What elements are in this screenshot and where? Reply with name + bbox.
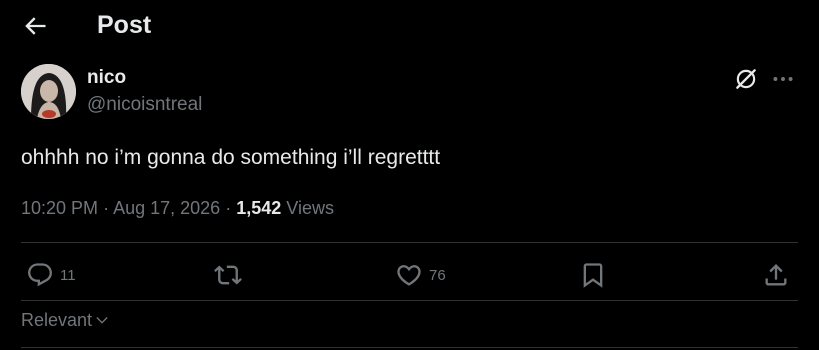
more-options-button[interactable]	[770, 66, 796, 92]
like-count: 76	[429, 266, 446, 284]
views-label: Views	[286, 198, 334, 218]
share-button[interactable]	[762, 260, 790, 290]
replies-sort-dropdown[interactable]: Relevant	[21, 309, 110, 331]
divider	[21, 347, 798, 348]
reply-count: 11	[60, 266, 76, 284]
post-meta: 10:20 PM · Aug 17, 2026 · 1,542 Views	[21, 197, 334, 219]
meta-separator: ·	[225, 198, 232, 218]
repost-button[interactable]	[214, 260, 242, 290]
bookmark-button[interactable]	[579, 260, 607, 290]
meta-separator: ·	[103, 198, 110, 218]
back-arrow-icon	[25, 17, 46, 35]
grok-icon	[736, 69, 756, 89]
repost-icon	[214, 265, 242, 285]
author-display-name[interactable]: nico	[87, 67, 126, 89]
divider	[21, 242, 798, 243]
reply-icon	[28, 263, 52, 287]
bookmark-icon	[583, 263, 603, 288]
views-count: 1,542	[236, 198, 282, 218]
reply-button[interactable]: 11	[26, 260, 76, 290]
like-button[interactable]: 76	[395, 260, 446, 290]
replies-sort-label: Relevant	[21, 310, 93, 330]
post-date[interactable]: Aug 17, 2026	[113, 198, 220, 218]
post-text: ohhhh no i’m gonna do something i’ll reg…	[21, 146, 441, 169]
post-time[interactable]: 10:20 PM	[21, 198, 98, 218]
page-title: Post	[97, 11, 152, 39]
avatar[interactable]	[21, 64, 76, 119]
like-icon	[397, 265, 421, 286]
grok-button[interactable]	[733, 66, 759, 92]
share-icon	[765, 264, 787, 286]
author-handle[interactable]: @nicoisntreal	[87, 94, 202, 116]
chevron-down-icon	[96, 317, 108, 324]
more-icon	[773, 77, 793, 81]
divider	[21, 300, 798, 301]
back-button[interactable]	[21, 12, 49, 40]
